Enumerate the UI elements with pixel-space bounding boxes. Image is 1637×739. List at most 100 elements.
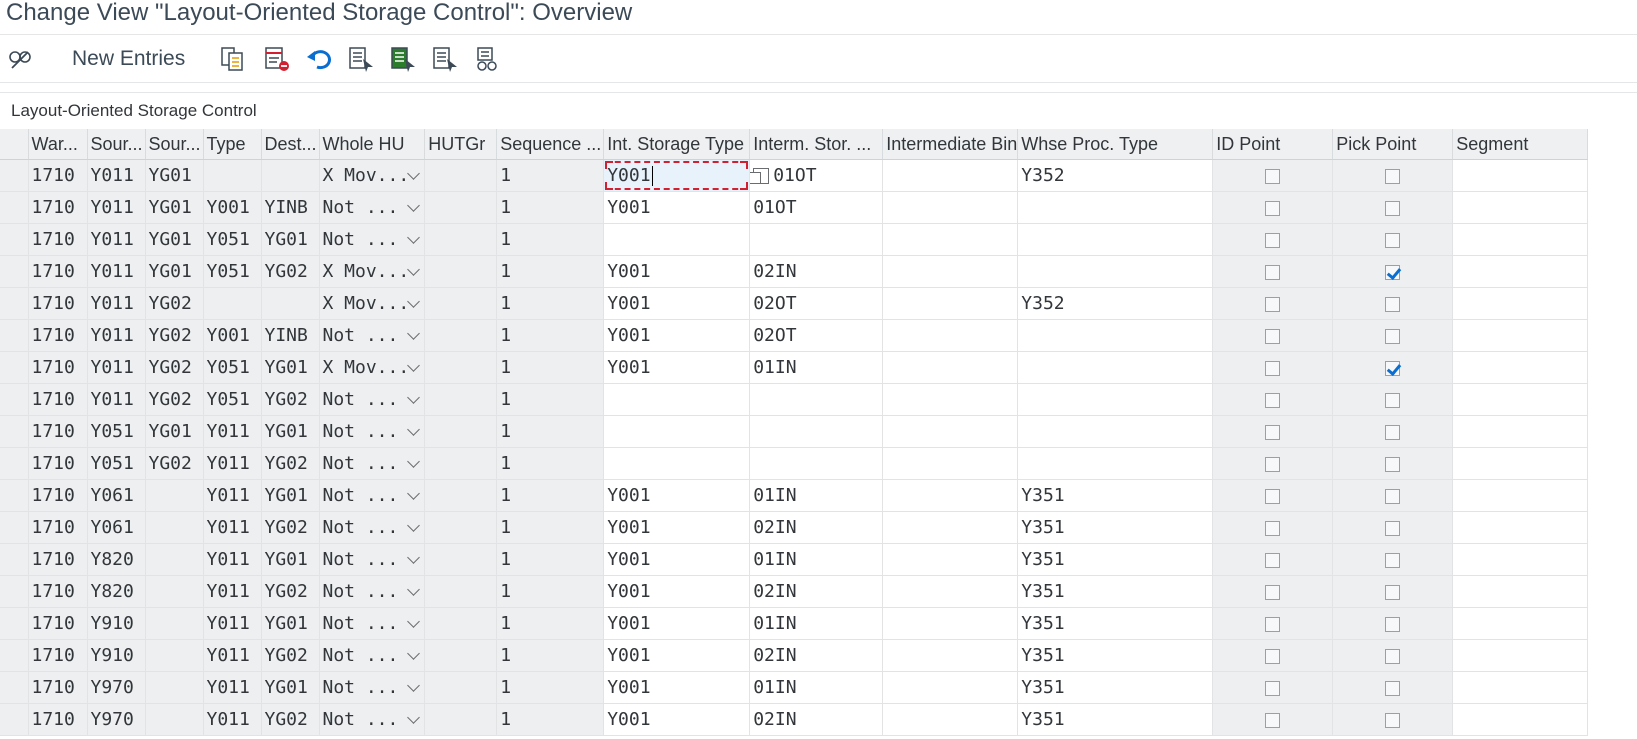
- id-point-checkbox[interactable]: [1265, 712, 1281, 728]
- table-cell[interactable]: 02OT: [749, 287, 884, 320]
- table-cell[interactable]: 01IN: [749, 671, 884, 704]
- table-cell[interactable]: [882, 575, 1019, 608]
- table-cell[interactable]: [1017, 447, 1214, 480]
- row-selector[interactable]: [0, 447, 29, 480]
- chevron-down-icon[interactable]: [407, 551, 421, 564]
- table-cell[interactable]: Y001: [603, 671, 751, 704]
- column-header[interactable]: Dest...: [261, 129, 320, 160]
- select-block-icon[interactable]: [388, 42, 418, 76]
- table-cell[interactable]: [1017, 223, 1214, 256]
- id-point-checkbox[interactable]: [1265, 584, 1281, 600]
- select-all-rows-button[interactable]: [0, 129, 29, 160]
- table-cell[interactable]: Y351: [1017, 511, 1214, 544]
- table-cell[interactable]: Y352: [1017, 159, 1214, 192]
- whole-hu-dropdown[interactable]: Not ...: [319, 223, 426, 256]
- id-point-checkbox[interactable]: [1265, 680, 1281, 696]
- chevron-down-icon[interactable]: [407, 487, 421, 500]
- row-selector[interactable]: [0, 191, 29, 224]
- pick-point-checkbox[interactable]: [1385, 552, 1401, 568]
- whole-hu-dropdown[interactable]: Not ...: [319, 479, 426, 512]
- pick-point-checkbox[interactable]: [1385, 712, 1401, 728]
- id-point-checkbox[interactable]: [1265, 552, 1281, 568]
- table-cell[interactable]: Y001: [603, 575, 751, 608]
- row-selector[interactable]: [0, 159, 29, 192]
- chevron-down-icon[interactable]: [407, 423, 421, 436]
- pick-point-checkbox[interactable]: [1385, 424, 1401, 440]
- column-header[interactable]: Int. Storage Type: [603, 129, 751, 160]
- table-cell[interactable]: Y001: [603, 255, 751, 288]
- table-cell[interactable]: Y001: [603, 607, 751, 640]
- table-cell[interactable]: Y001: [603, 511, 751, 544]
- table-cell[interactable]: Y351: [1017, 575, 1214, 608]
- table-cell[interactable]: [882, 159, 1019, 192]
- chevron-down-icon[interactable]: [407, 231, 421, 244]
- pick-point-checkbox[interactable]: [1385, 680, 1401, 696]
- table-cell[interactable]: 1: [496, 511, 605, 544]
- table-cell[interactable]: 1: [496, 383, 605, 416]
- segment-cell[interactable]: [1452, 607, 1589, 640]
- table-cell[interactable]: 02IN: [749, 511, 884, 544]
- id-point-checkbox[interactable]: [1265, 328, 1281, 344]
- table-cell[interactable]: [882, 543, 1019, 576]
- row-selector[interactable]: [0, 671, 29, 704]
- chevron-down-icon[interactable]: [407, 647, 421, 660]
- pick-point-checkbox[interactable]: [1385, 232, 1401, 248]
- table-cell[interactable]: 02IN: [749, 255, 884, 288]
- whole-hu-dropdown[interactable]: Not ...: [319, 543, 426, 576]
- pick-point-checkbox[interactable]: [1385, 488, 1401, 504]
- id-point-checkbox[interactable]: [1265, 520, 1281, 536]
- row-selector[interactable]: [0, 511, 29, 544]
- whole-hu-dropdown[interactable]: Not ...: [319, 671, 426, 704]
- table-cell[interactable]: 1: [496, 159, 605, 192]
- column-header[interactable]: War...: [28, 129, 88, 160]
- column-header[interactable]: Intermediate Bin: [882, 129, 1019, 160]
- segment-cell[interactable]: [1452, 287, 1589, 320]
- interm-storage-input[interactable]: 01OT: [749, 159, 884, 192]
- table-cell[interactable]: 01OT: [749, 191, 884, 224]
- whole-hu-dropdown[interactable]: Not ...: [319, 511, 426, 544]
- row-selector[interactable]: [0, 287, 29, 320]
- chevron-down-icon[interactable]: [407, 519, 421, 532]
- table-cell[interactable]: 1: [496, 191, 605, 224]
- table-cell[interactable]: [603, 383, 751, 416]
- chevron-down-icon[interactable]: [407, 679, 421, 692]
- table-cell[interactable]: [882, 479, 1019, 512]
- id-point-checkbox[interactable]: [1265, 456, 1281, 472]
- whole-hu-dropdown[interactable]: Not ...: [319, 703, 426, 736]
- column-header[interactable]: HUTGr: [424, 129, 498, 160]
- segment-cell[interactable]: [1452, 703, 1589, 736]
- whole-hu-dropdown[interactable]: Not ...: [319, 447, 426, 480]
- table-cell[interactable]: 01IN: [749, 607, 884, 640]
- whole-hu-dropdown[interactable]: X Mov...: [319, 159, 426, 192]
- table-cell[interactable]: 1: [496, 575, 605, 608]
- segment-cell[interactable]: [1452, 159, 1589, 192]
- undo-icon[interactable]: [304, 42, 334, 76]
- segment-cell[interactable]: [1452, 223, 1589, 256]
- segment-cell[interactable]: [1452, 383, 1589, 416]
- chevron-down-icon[interactable]: [407, 295, 421, 308]
- table-cell[interactable]: [882, 255, 1019, 288]
- delete-icon[interactable]: [262, 42, 292, 76]
- chevron-down-icon[interactable]: [407, 359, 421, 372]
- table-cell[interactable]: [882, 511, 1019, 544]
- table-cell[interactable]: 1: [496, 447, 605, 480]
- table-cell[interactable]: [882, 287, 1019, 320]
- column-header[interactable]: Interm. Stor. ...: [749, 129, 884, 160]
- table-cell[interactable]: Y351: [1017, 703, 1214, 736]
- table-cell[interactable]: 1: [496, 671, 605, 704]
- table-cell[interactable]: [882, 607, 1019, 640]
- table-cell[interactable]: Y001: [603, 287, 751, 320]
- table-cell[interactable]: [1017, 255, 1214, 288]
- chevron-down-icon[interactable]: [407, 391, 421, 404]
- deselect-all-icon[interactable]: [430, 42, 460, 76]
- id-point-checkbox[interactable]: [1265, 648, 1281, 664]
- table-cell[interactable]: Y001: [603, 319, 751, 352]
- whole-hu-dropdown[interactable]: Not ...: [319, 639, 426, 672]
- table-cell[interactable]: [749, 383, 884, 416]
- chevron-down-icon[interactable]: [407, 263, 421, 276]
- table-cell[interactable]: [882, 447, 1019, 480]
- select-all-icon[interactable]: [346, 42, 376, 76]
- table-cell[interactable]: [882, 223, 1019, 256]
- table-cell[interactable]: 02IN: [749, 703, 884, 736]
- table-cell[interactable]: Y001: [603, 479, 751, 512]
